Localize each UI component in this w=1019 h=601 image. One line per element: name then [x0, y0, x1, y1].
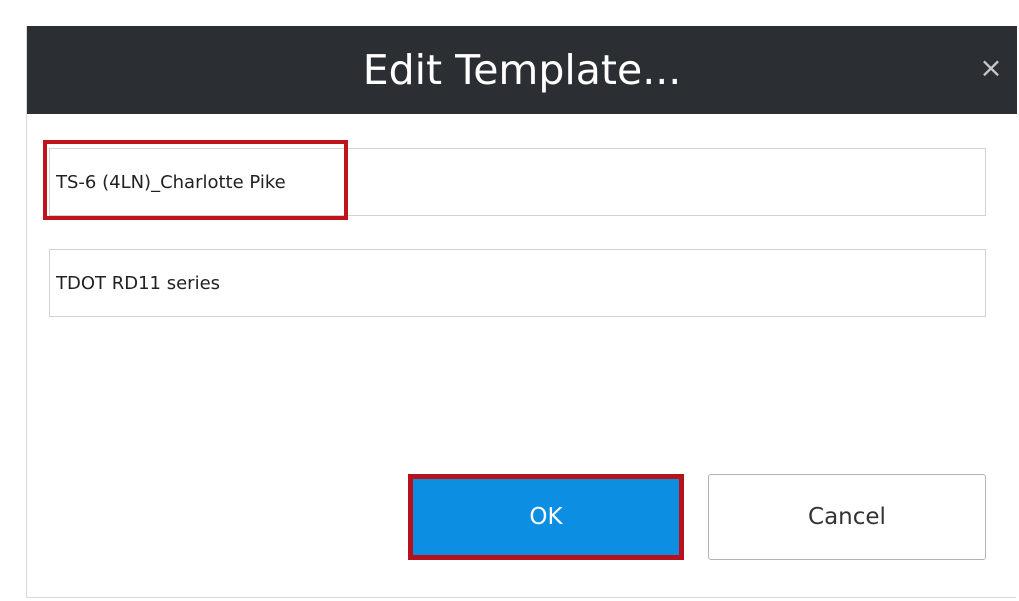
cancel-button[interactable]: Cancel: [708, 474, 986, 560]
close-icon[interactable]: ×: [975, 52, 1007, 84]
ok-button[interactable]: OK: [408, 474, 684, 560]
dialog-title: Edit Template...: [362, 46, 682, 94]
ok-button-fill: OK: [417, 483, 675, 551]
dialog-title-bar: Edit Template... ×: [27, 26, 1017, 114]
template-name-input[interactable]: [49, 148, 986, 216]
ok-button-label: OK: [529, 504, 563, 530]
edit-template-dialog: Edit Template... × OK Cancel: [26, 26, 1017, 598]
template-description-input[interactable]: [49, 249, 986, 317]
